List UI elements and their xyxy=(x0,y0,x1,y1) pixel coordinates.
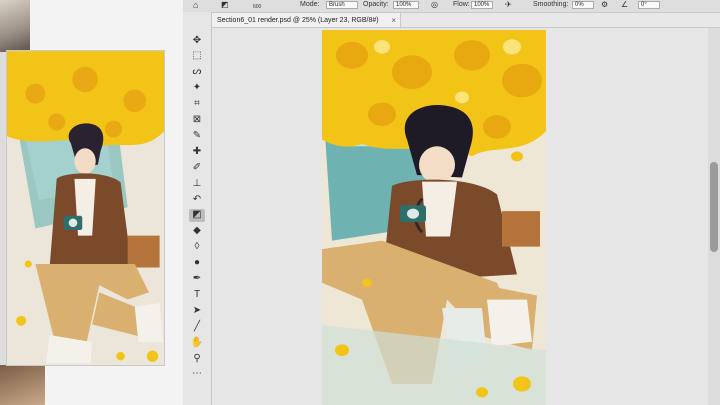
airbrush-icon[interactable]: ✈ xyxy=(505,0,512,9)
line-tool[interactable]: ╱ xyxy=(189,320,205,333)
hand-tool[interactable]: ✋ xyxy=(189,336,205,349)
more-tools[interactable]: ⋯ xyxy=(189,368,205,381)
marquee-tool[interactable]: ⬚ xyxy=(189,50,205,63)
lasso-tool[interactable]: ᔕ xyxy=(189,66,205,79)
flow-label: Flow: xyxy=(453,1,470,8)
angle-icon[interactable]: ∠ xyxy=(621,0,628,9)
smoothing-label: Smoothing: xyxy=(533,1,569,8)
eraser-tool[interactable]: ◩ xyxy=(189,208,205,222)
smoothing-field[interactable]: 0% xyxy=(572,1,594,9)
mode-select[interactable]: Brush xyxy=(326,1,358,9)
spot-healing-tool[interactable]: ✚ xyxy=(189,145,205,158)
clone-stamp-tool[interactable]: ⊥ xyxy=(189,177,205,190)
type-tool[interactable]: T xyxy=(189,288,205,301)
crop-tool[interactable]: ⌗ xyxy=(189,98,205,111)
document-tab[interactable]: Section6_01 render.psd @ 25% (Layer 23, … xyxy=(211,12,401,28)
brush-tool[interactable]: ✐ xyxy=(189,161,205,174)
reference-thumbnail[interactable] xyxy=(0,365,45,405)
pressure-opacity-icon[interactable]: ◎ xyxy=(431,0,438,9)
reference-panel xyxy=(0,0,183,405)
smoothing-settings-icon[interactable]: ⚙ xyxy=(601,0,608,9)
document-title: Section6_01 render.psd @ 25% (Layer 23, … xyxy=(217,17,379,24)
history-brush-tool[interactable]: ↶ xyxy=(189,193,205,206)
eyedropper-tool[interactable]: ✎ xyxy=(189,129,205,142)
scrollbar-thumb[interactable] xyxy=(710,162,718,252)
mode-label: Mode: xyxy=(300,1,320,8)
home-icon[interactable]: ⌂ xyxy=(193,0,198,10)
move-tool[interactable]: ✥ xyxy=(189,34,205,47)
magic-wand-tool[interactable]: ✦ xyxy=(189,82,205,95)
document-canvas[interactable] xyxy=(322,30,546,405)
opacity-field[interactable]: 100% xyxy=(393,1,419,9)
vertical-scrollbar[interactable] xyxy=(708,28,720,405)
pen-tool[interactable]: ✒ xyxy=(189,273,205,286)
photoshop-window: ⌂ ◩ 600 Mode: Brush Opacity: 100% ◎ Flow… xyxy=(183,0,720,405)
dodge-tool[interactable]: ● xyxy=(189,257,205,270)
close-tab-icon[interactable]: × xyxy=(391,13,396,28)
tools-panel: ✥ ⬚ ᔕ ✦ ⌗ ⊠ ✎ ✚ ✐ ⊥ ↶ ◩ ◆ ◊ ● ✒ T ➤ ╱ ✋ ⚲ ⋯ xyxy=(183,12,212,405)
flow-field[interactable]: 100% xyxy=(471,1,493,9)
frame-tool[interactable]: ⊠ xyxy=(189,114,205,127)
reference-illustration xyxy=(6,50,165,366)
canvas-area[interactable] xyxy=(212,28,708,405)
eraser-preset-icon[interactable]: ◩ xyxy=(221,0,229,9)
paint-bucket-tool[interactable]: ◆ xyxy=(189,225,205,238)
zoom-tool[interactable]: ⚲ xyxy=(189,352,205,365)
blur-tool[interactable]: ◊ xyxy=(189,241,205,254)
angle-field[interactable]: 0° xyxy=(638,1,660,9)
reference-thumbnail[interactable] xyxy=(0,0,30,52)
brush-size-value[interactable]: 600 xyxy=(253,4,261,10)
path-selection-tool[interactable]: ➤ xyxy=(189,304,205,317)
opacity-label: Opacity: xyxy=(363,1,389,8)
